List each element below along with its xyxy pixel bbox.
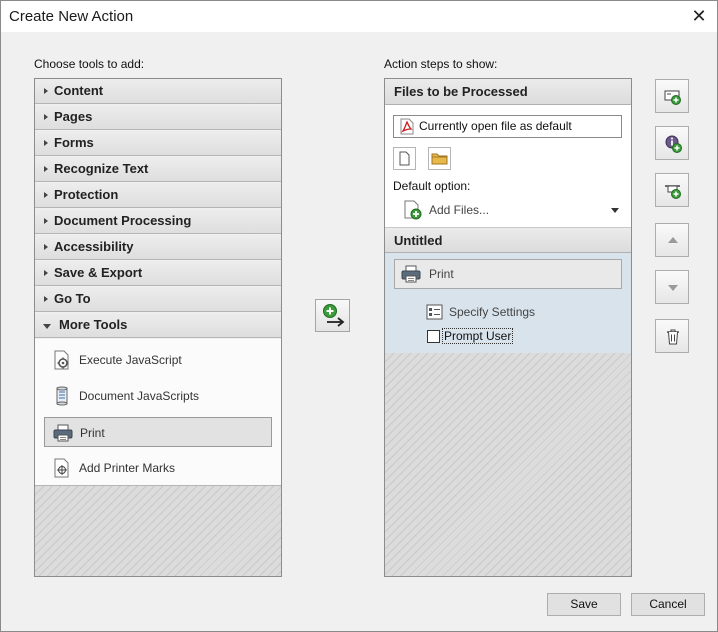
tool-label: Document JavaScripts bbox=[79, 389, 200, 403]
move-up-button[interactable] bbox=[655, 223, 689, 257]
category-pages[interactable]: Pages bbox=[35, 105, 281, 130]
category-label: Document Processing bbox=[54, 213, 192, 228]
cancel-button[interactable]: Cancel bbox=[631, 593, 705, 616]
file-source-value: Currently open file as default bbox=[419, 119, 572, 133]
info-add-icon bbox=[665, 135, 682, 153]
step-print-label: Print bbox=[429, 267, 454, 281]
delete-button[interactable] bbox=[655, 319, 689, 353]
tool-execute-javascript[interactable]: Execute JavaScript bbox=[44, 345, 272, 375]
category-save-export[interactable]: Save & Export bbox=[35, 261, 281, 286]
settings-list-icon bbox=[426, 304, 443, 320]
chevron-right-icon bbox=[44, 140, 48, 146]
add-tool-button[interactable] bbox=[315, 299, 350, 332]
choose-tools-label: Choose tools to add: bbox=[34, 57, 145, 71]
script-scroll-icon bbox=[56, 386, 68, 406]
prompt-user-label: Prompt User bbox=[442, 328, 514, 344]
category-protection[interactable]: Protection bbox=[35, 183, 281, 208]
default-option-label: Default option: bbox=[393, 179, 471, 193]
tool-add-printer-marks[interactable]: Add Printer Marks bbox=[44, 453, 272, 483]
category-go-to[interactable]: Go To bbox=[35, 287, 281, 312]
move-down-button[interactable] bbox=[655, 270, 689, 304]
chevron-right-icon bbox=[44, 296, 48, 302]
category-forms[interactable]: Forms bbox=[35, 131, 281, 156]
specify-settings-button[interactable]: Specify Settings bbox=[426, 302, 535, 322]
step-group-header: Untitled bbox=[385, 227, 631, 253]
add-instruction-icon bbox=[664, 90, 681, 105]
category-label: Go To bbox=[54, 291, 91, 306]
create-new-action-dialog: Create New Action ✕ Choose tools to add:… bbox=[0, 0, 718, 632]
add-arrow-icon bbox=[323, 304, 345, 327]
printer-icon bbox=[401, 265, 421, 283]
category-recognize-text[interactable]: Recognize Text bbox=[35, 157, 281, 182]
printer-icon bbox=[53, 424, 73, 442]
arrow-up-icon bbox=[668, 237, 678, 243]
folder-icon bbox=[431, 153, 448, 165]
new-file-button[interactable] bbox=[393, 147, 416, 170]
category-label: Save & Export bbox=[54, 265, 143, 280]
title-bar: Create New Action ✕ bbox=[1, 1, 717, 32]
empty-area bbox=[35, 486, 281, 576]
category-more-tools[interactable]: More Tools bbox=[35, 313, 281, 338]
close-icon[interactable]: ✕ bbox=[687, 5, 711, 27]
category-label: Content bbox=[54, 83, 104, 98]
empty-area bbox=[385, 353, 631, 576]
specify-settings-label: Specify Settings bbox=[449, 305, 536, 319]
tool-document-javascripts[interactable]: Document JavaScripts bbox=[44, 381, 272, 411]
arrow-down-icon bbox=[668, 285, 678, 291]
default-option-dropdown[interactable]: Add Files... bbox=[403, 199, 621, 221]
chevron-right-icon bbox=[44, 88, 48, 94]
action-steps-label: Action steps to show: bbox=[384, 57, 498, 71]
prompt-user-checkbox[interactable]: Prompt User bbox=[426, 327, 514, 345]
checkbox[interactable] bbox=[427, 330, 440, 343]
chevron-right-icon bbox=[44, 192, 48, 198]
open-folder-button[interactable] bbox=[428, 147, 451, 170]
pdf-file-icon bbox=[400, 118, 414, 135]
category-label: Recognize Text bbox=[54, 161, 149, 176]
chevron-right-icon bbox=[44, 270, 48, 276]
category-label: Protection bbox=[54, 187, 119, 202]
add-instruction-button[interactable] bbox=[655, 79, 689, 113]
default-option-value: Add Files... bbox=[429, 203, 490, 217]
chevron-right-icon bbox=[44, 166, 48, 172]
dropdown-arrow-icon bbox=[611, 208, 619, 213]
tools-panel: Content Pages Forms Recognize Text Prote… bbox=[34, 78, 282, 577]
action-steps-panel: Files to be Processed Currently open fil… bbox=[384, 78, 632, 577]
gear-document-icon bbox=[54, 350, 69, 370]
category-label: Accessibility bbox=[54, 239, 134, 254]
file-source-field[interactable]: Currently open file as default bbox=[393, 115, 622, 138]
tool-label: Add Printer Marks bbox=[79, 461, 176, 475]
blank-page-icon bbox=[399, 151, 410, 166]
category-content[interactable]: Content bbox=[35, 79, 281, 104]
category-accessibility[interactable]: Accessibility bbox=[35, 235, 281, 260]
tool-label: Print bbox=[80, 426, 105, 440]
action-steps-list: Print Specify Settings Prompt User bbox=[385, 253, 631, 353]
tool-print[interactable]: Print bbox=[44, 417, 272, 447]
tool-label: Execute JavaScript bbox=[79, 353, 182, 367]
chevron-right-icon bbox=[44, 114, 48, 120]
dialog-title: Create New Action bbox=[9, 8, 134, 25]
chevron-right-icon bbox=[44, 218, 48, 224]
printer-marks-icon bbox=[54, 458, 69, 478]
category-label: Pages bbox=[54, 109, 93, 124]
add-files-icon bbox=[404, 200, 422, 220]
more-tools-list: Execute JavaScript Document JavaScripts bbox=[35, 339, 281, 486]
add-panel-icon bbox=[665, 185, 681, 199]
category-document-processing[interactable]: Document Processing bbox=[35, 209, 281, 234]
trash-icon bbox=[667, 329, 679, 345]
add-info-button[interactable] bbox=[655, 126, 689, 160]
category-label: Forms bbox=[54, 135, 94, 150]
chevron-right-icon bbox=[44, 244, 48, 250]
files-header: Files to be Processed bbox=[385, 79, 631, 105]
chevron-down-icon bbox=[43, 324, 51, 329]
category-label: More Tools bbox=[59, 317, 128, 332]
save-button[interactable]: Save bbox=[547, 593, 621, 616]
add-panel-button[interactable] bbox=[655, 173, 689, 207]
step-print[interactable]: Print bbox=[394, 259, 622, 289]
